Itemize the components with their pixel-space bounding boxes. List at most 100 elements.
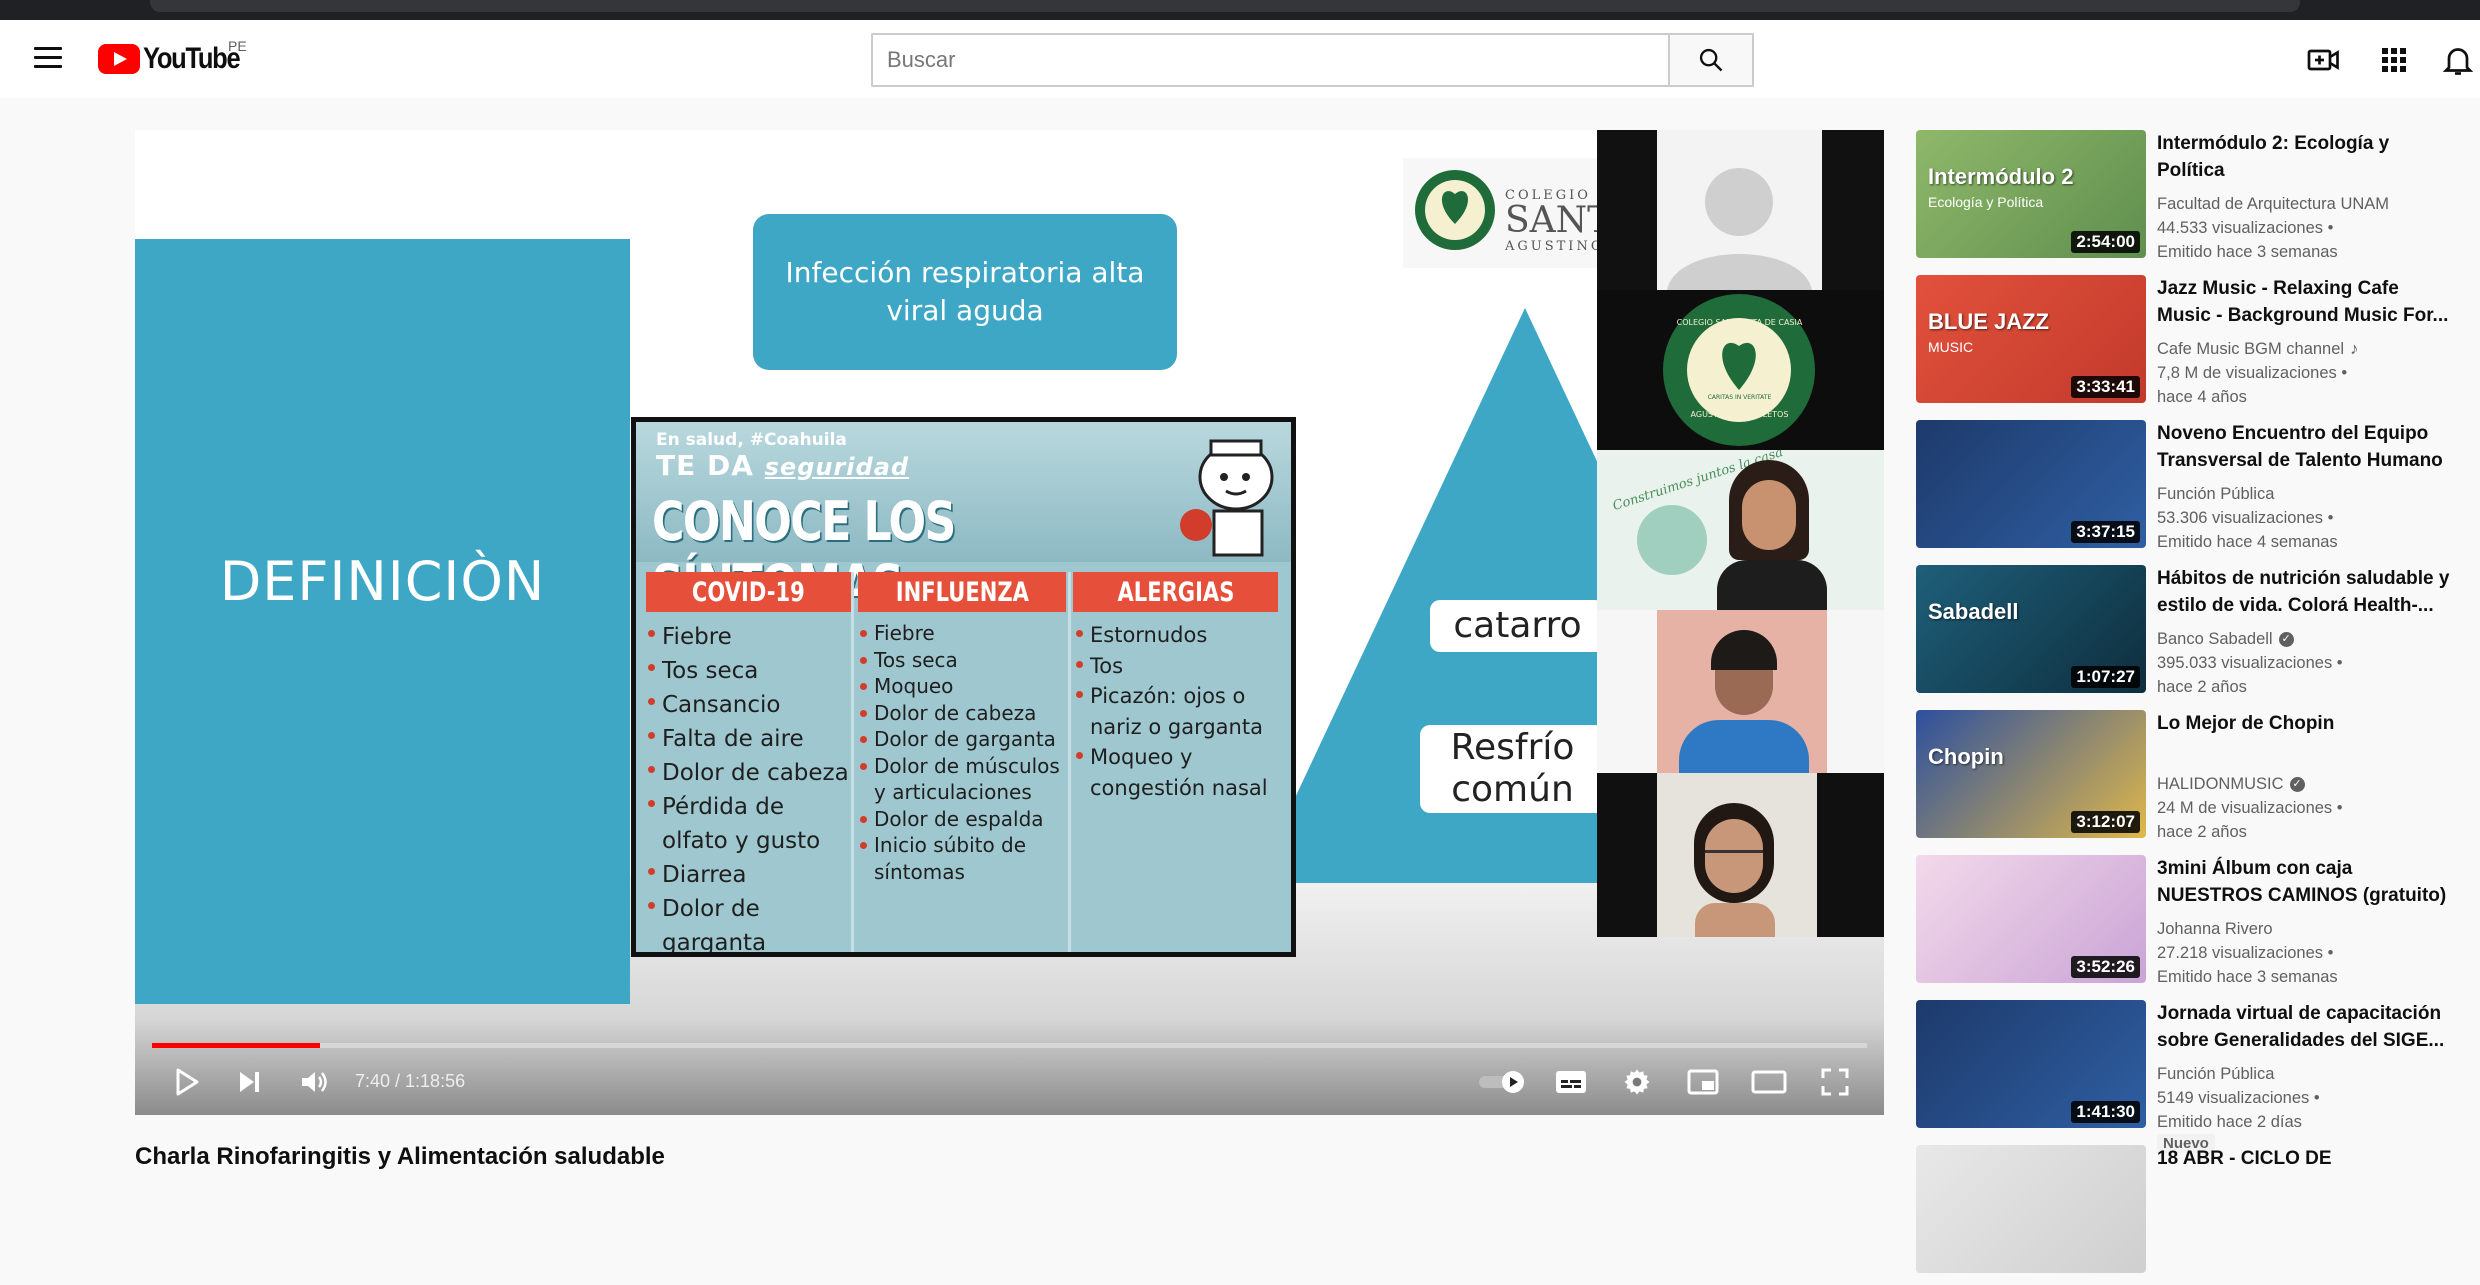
next-icon bbox=[240, 1072, 259, 1092]
recommendation-title[interactable]: Noveno Encuentro del Equipo Transversal … bbox=[2157, 420, 2457, 474]
seal-text-center: CARITAS IN VERITATE bbox=[1707, 394, 1772, 401]
recommendation-item[interactable]: Sabadell 1:07:27 Hábitos de nutrición salu… bbox=[1916, 565, 2476, 705]
symptom-item: Tos seca bbox=[860, 647, 1065, 674]
verified-check-icon: ✓ bbox=[2289, 777, 2305, 793]
settings-button[interactable] bbox=[1615, 1060, 1659, 1104]
symptom-item: Dolor de espalda bbox=[860, 806, 1065, 833]
volume-button[interactable] bbox=[292, 1060, 336, 1104]
recommendation-channel[interactable]: Johanna Rivero bbox=[2157, 917, 2467, 942]
symptoms-infographic: En salud, #Coahuila TE DA seguridad CONO… bbox=[631, 417, 1296, 957]
apps-grid-icon[interactable] bbox=[2376, 42, 2412, 78]
verified-check-icon: ✓ bbox=[2278, 632, 2294, 648]
pyramid-label-line-1: Resfrío bbox=[1450, 727, 1575, 768]
search-input[interactable] bbox=[871, 33, 1668, 87]
recommendation-views: 44.533 visualizaciones • bbox=[2157, 219, 2334, 237]
recommendation-thumbnail[interactable]: Chopin 3:12:07 bbox=[1916, 710, 2146, 838]
recommendation-item[interactable]: BLUE JAZZ MUSIC 3:33:41 Jazz Music - Relaxi… bbox=[1916, 275, 2476, 415]
symptom-item: Tos seca bbox=[648, 654, 853, 688]
recommendation-thumbnail[interactable]: Sabadell 1:07:27 bbox=[1916, 565, 2146, 693]
recommendation-channel[interactable]: Banco Sabadell ✓ bbox=[2157, 627, 2467, 652]
fullscreen-button[interactable] bbox=[1813, 1060, 1857, 1104]
fullscreen-icon bbox=[1821, 1068, 1849, 1096]
recommendation-views: 395.033 visualizaciones • bbox=[2157, 654, 2343, 672]
thumbnail-text: BLUE JAZZ bbox=[1928, 309, 2049, 334]
recommendation-title[interactable]: Jornada virtual de capacitación sobre Ge… bbox=[2157, 1000, 2457, 1054]
recommendation-item[interactable]: Chopin 3:12:07 Lo Mejor de Chopin HALIDONMU… bbox=[1916, 710, 2476, 850]
video-player[interactable]: DEFINICIÒN Infección respiratoria alta v… bbox=[135, 130, 1884, 1115]
symptom-list-influenza: Fiebre Tos seca Moqueo Dolor de cabeza Dolor… bbox=[860, 620, 1065, 885]
thumbnail-text: Intermódulo 2 bbox=[1928, 164, 2074, 189]
search-button[interactable] bbox=[1668, 33, 1754, 87]
doctor-mascot-icon bbox=[1180, 439, 1274, 557]
recommendation-thumbnail[interactable] bbox=[1916, 1145, 2146, 1273]
recommendation-channel[interactable]: Función Pública bbox=[2157, 1062, 2467, 1087]
next-button[interactable] bbox=[227, 1060, 271, 1104]
symptom-item: Cansancio bbox=[648, 688, 853, 722]
recommendation-views: 53.306 visualizaciones • bbox=[2157, 509, 2334, 527]
recommendation-thumbnail[interactable]: Intermódulo 2 Ecología y Política 2:54:00 bbox=[1916, 130, 2146, 258]
recommendation-title[interactable]: Hábitos de nutrición saludable y estilo … bbox=[2157, 565, 2457, 619]
recommendation-item[interactable]: 18 ABR - CICLO DE bbox=[1916, 1145, 2476, 1285]
video-duration: 3:12:07 bbox=[2071, 811, 2140, 833]
recommendation-title[interactable]: Intermódulo 2: Ecología y Política bbox=[2157, 130, 2457, 184]
symptom-item: Estornudos bbox=[1076, 620, 1281, 651]
recommendation-views: 7,8 M de visualizaciones • bbox=[2157, 364, 2348, 382]
column-header-covid: COVID-19 bbox=[646, 572, 851, 612]
notifications-bell-icon[interactable] bbox=[2440, 42, 2476, 78]
thumbnail-subtext: MUSIC bbox=[1928, 339, 1974, 355]
pyramid-label-line-2: común bbox=[1451, 769, 1574, 810]
autoplay-toggle[interactable] bbox=[1475, 1060, 1531, 1104]
symptom-item: Pérdida de olfato y gusto bbox=[648, 790, 853, 858]
recommendation-item[interactable]: 3:52:26 3mini Álbum con caja NUESTROS CAM… bbox=[1916, 855, 2476, 995]
symptom-item: Dolor de cabeza bbox=[860, 700, 1065, 727]
recommendation-title[interactable]: Lo Mejor de Chopin bbox=[2157, 710, 2457, 737]
thumbnail-text: Chopin bbox=[1928, 744, 2004, 769]
recommendation-age: Emitido hace 4 semanas bbox=[2157, 533, 2338, 551]
recommendation-age: hace 2 años bbox=[2157, 678, 2247, 696]
create-video-icon[interactable] bbox=[2306, 42, 2342, 78]
infographic-tagline: En salud, #Coahuila bbox=[656, 430, 847, 450]
recommendation-thumbnail[interactable]: BLUE JAZZ MUSIC 3:33:41 bbox=[1916, 275, 2146, 403]
symptom-item: Picazón: ojos o nariz o garganta bbox=[1076, 681, 1281, 742]
thumbnail-text: Sabadell bbox=[1928, 599, 2019, 624]
play-button[interactable] bbox=[165, 1060, 209, 1104]
meta-separator: • bbox=[2323, 509, 2334, 527]
browser-address-bar[interactable] bbox=[150, 0, 2300, 12]
recommendation-age: Emitido hace 3 semanas bbox=[2157, 968, 2338, 986]
seal-text-top: COLEGIO SANTA RITA DE CASIA bbox=[1676, 318, 1803, 327]
recommendation-item[interactable]: Intermódulo 2 Ecología y Política 2:54:00 I… bbox=[1916, 130, 2476, 270]
recommendation-age: hace 4 años bbox=[2157, 388, 2247, 406]
miniplayer-button[interactable] bbox=[1681, 1060, 1725, 1104]
recommendation-thumbnail[interactable]: 1:41:30 bbox=[1916, 1000, 2146, 1128]
recommendation-channel[interactable]: Cafe Music BGM channel ♪ bbox=[2157, 337, 2467, 362]
recommendation-channel[interactable]: Facultad de Arquitectura UNAM bbox=[2157, 192, 2467, 217]
recommendation-thumbnail[interactable]: 3:37:15 bbox=[1916, 420, 2146, 548]
recommendation-age: hace 2 años bbox=[2157, 823, 2247, 841]
recommendation-title[interactable]: 18 ABR - CICLO DE bbox=[2157, 1145, 2457, 1172]
recommendation-title[interactable]: 3mini Álbum con caja NUESTROS CAMINOS (g… bbox=[2157, 855, 2457, 909]
theater-mode-button[interactable] bbox=[1747, 1060, 1791, 1104]
meta-separator: • bbox=[2336, 364, 2348, 382]
recommendation-channel[interactable]: HALIDONMUSIC ✓ bbox=[2157, 772, 2467, 797]
symptom-item: Inicio súbito de síntomas bbox=[860, 832, 1065, 885]
progress-played bbox=[152, 1043, 321, 1048]
participant-tile-woman-2 bbox=[1597, 610, 1884, 773]
meta-separator: • bbox=[2309, 1089, 2320, 1107]
recommendation-age: Emitido hace 2 días bbox=[2157, 1113, 2302, 1131]
recommendation-title[interactable]: Jazz Music - Relaxing Cafe Music - Backg… bbox=[2157, 275, 2457, 329]
progress-bar[interactable] bbox=[152, 1043, 1867, 1048]
recommendation-thumbnail[interactable]: 3:52:26 bbox=[1916, 855, 2146, 983]
logo-text: YouTube bbox=[143, 42, 241, 75]
recommendation-item[interactable]: 1:41:30 Jornada virtual de capacitación s… bbox=[1916, 1000, 2476, 1153]
symptom-item: Dolor de garganta bbox=[648, 892, 853, 952]
menu-icon[interactable] bbox=[34, 47, 62, 69]
subtitles-button[interactable] bbox=[1549, 1060, 1593, 1104]
recommendation-channel[interactable]: Función Pública bbox=[2157, 482, 2467, 507]
recommendation-item[interactable]: 3:37:15 Noveno Encuentro del Equipo Trans… bbox=[1916, 420, 2476, 560]
music-note-icon: ♪ bbox=[2350, 340, 2359, 358]
participant-tiles: AGUSTINOS RECOLETOS COLEGIO SANTA RITA D… bbox=[1597, 130, 1884, 937]
video-duration: 3:37:15 bbox=[2071, 521, 2140, 543]
column-header-influenza: INFLUENZA bbox=[858, 572, 1066, 612]
pyramid-label-resfrio: Resfrío común bbox=[1420, 725, 1605, 813]
symptom-item: Dolor de garganta bbox=[860, 726, 1065, 753]
